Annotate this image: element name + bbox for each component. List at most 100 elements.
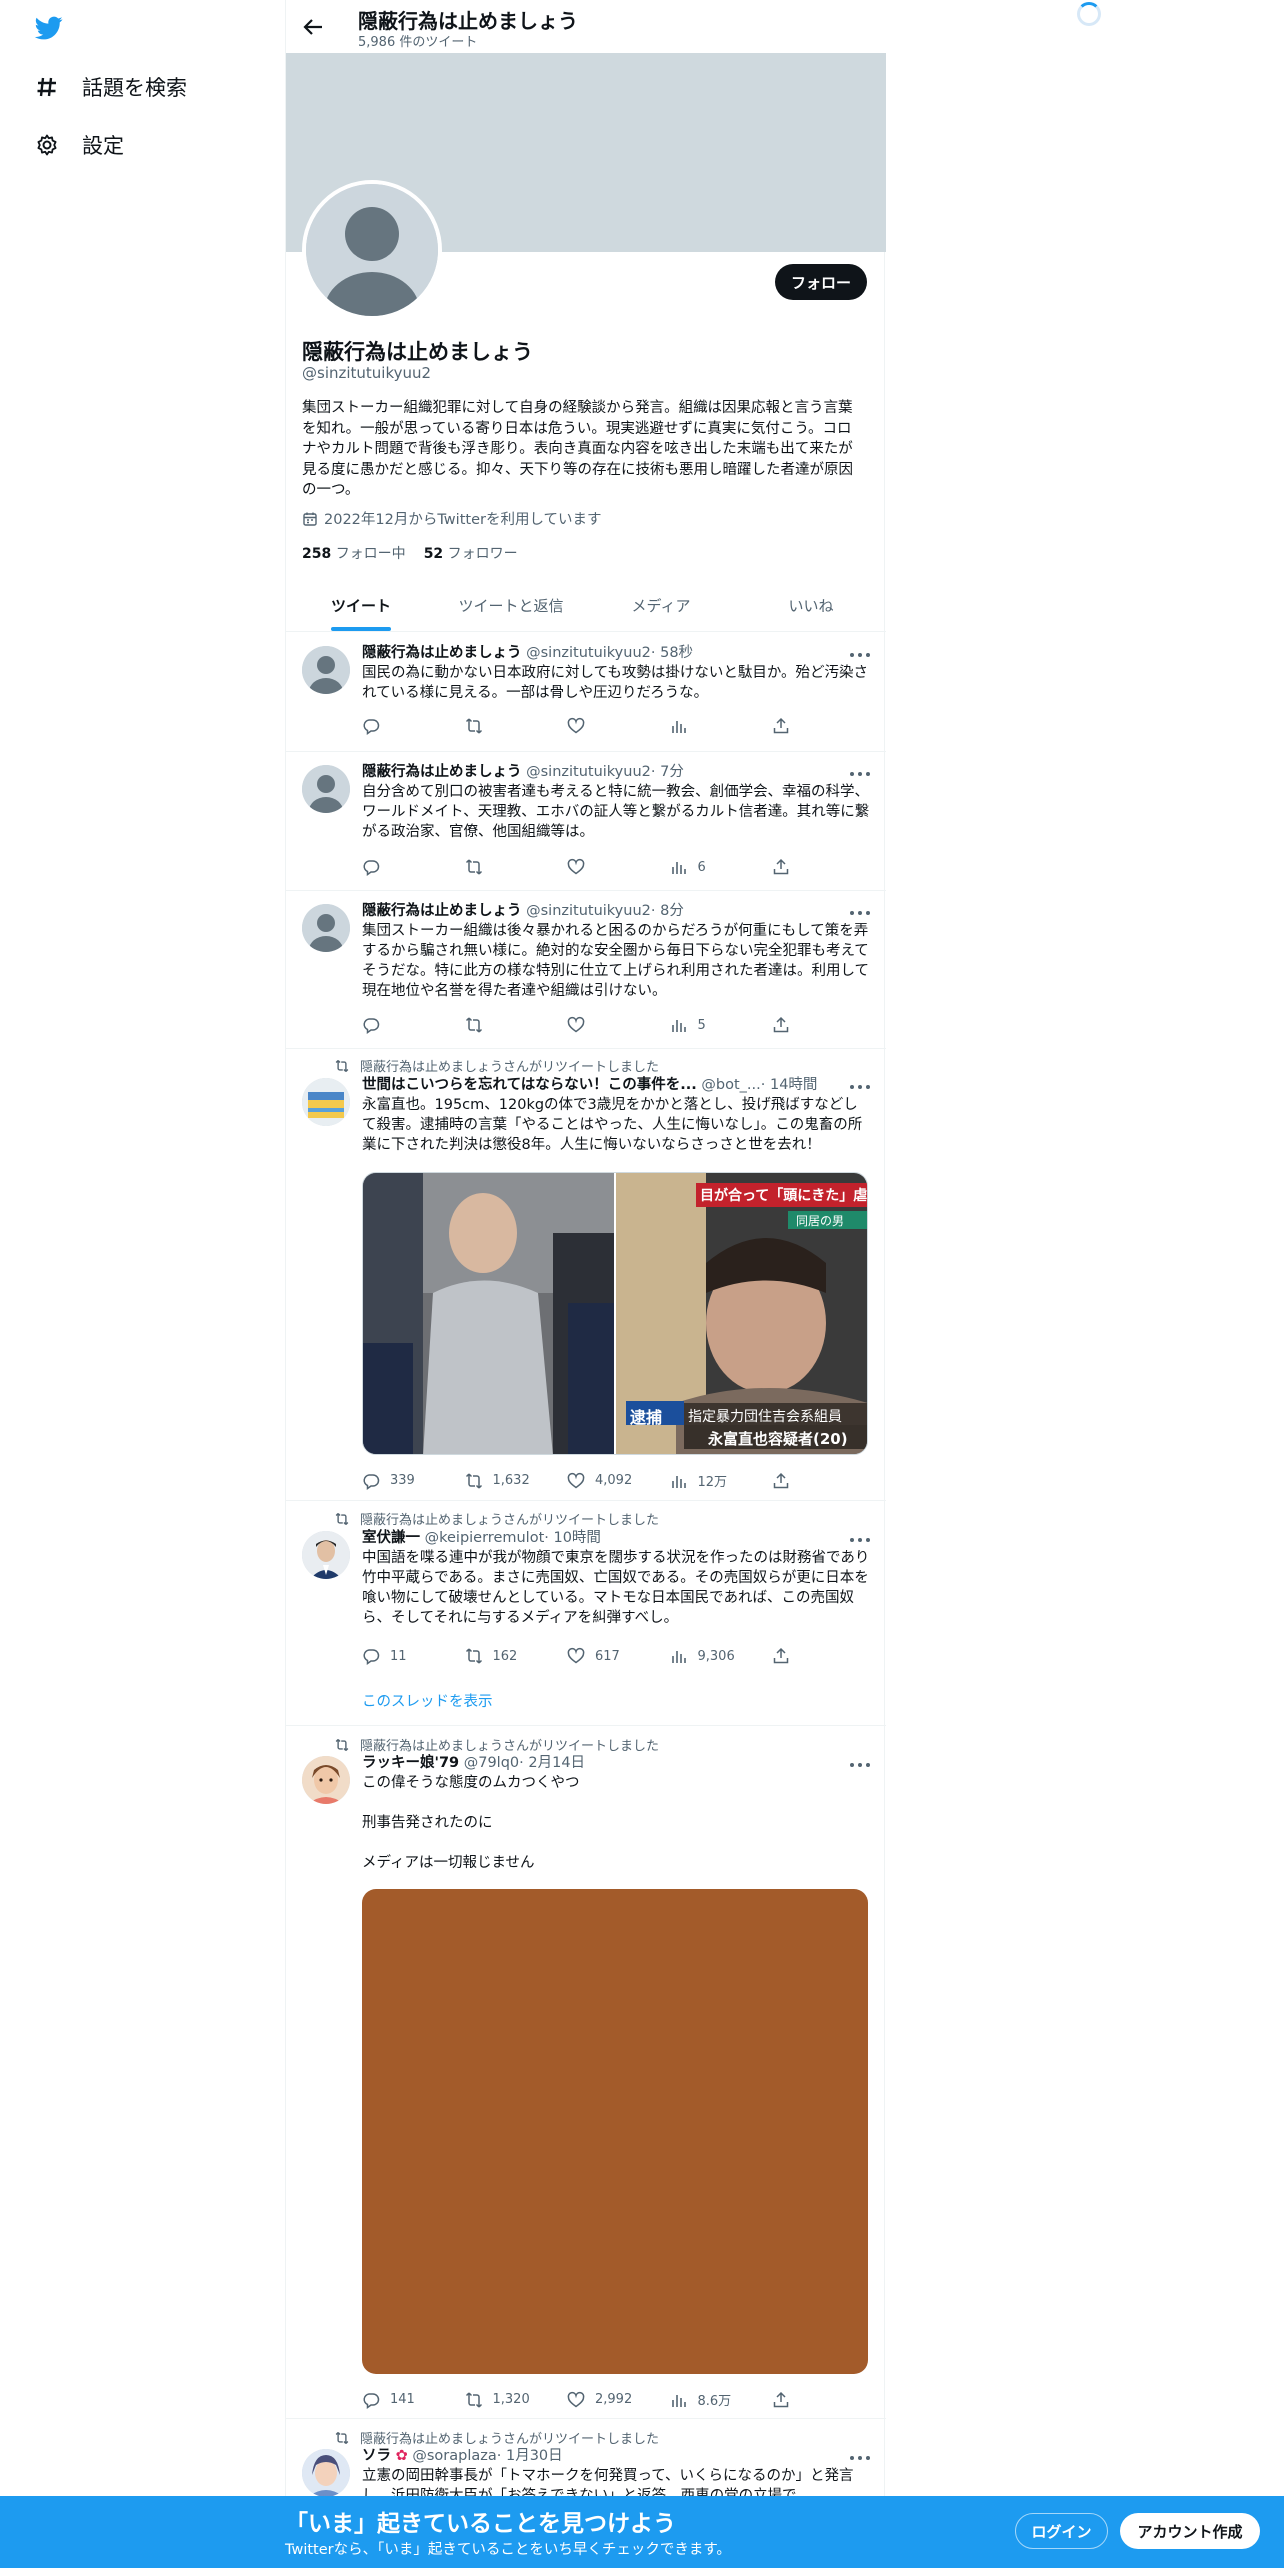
media-photo-1[interactable] (363, 1173, 614, 1454)
tweet-header: 隠蔽行為は止めましょう @sinzitutuikyuu2· 7分 (362, 764, 684, 780)
reply-button[interactable] (362, 1016, 452, 1034)
reply-button[interactable] (362, 858, 452, 876)
tab-likes[interactable]: いいね (736, 580, 886, 631)
share-icon (773, 1016, 789, 1033)
tweet-avatar[interactable] (302, 765, 350, 813)
tweet-avatar[interactable] (302, 1531, 350, 1579)
profile-avatar[interactable] (302, 180, 442, 320)
share-icon (773, 717, 789, 734)
tweet-item[interactable]: 隠蔽行為は止めましょうさんがリツイートしました ソラ ✿ @soraplaza·… (286, 2419, 886, 2496)
retweet-icon (465, 1648, 482, 1664)
views-button[interactable] (670, 717, 760, 735)
views-button[interactable]: 8.6万 (670, 2390, 760, 2409)
views-button[interactable]: 6 (670, 858, 760, 876)
tab-tweets[interactable]: ツイート (286, 580, 436, 631)
nav-settings-label: 設定 (82, 134, 124, 158)
nav-settings[interactable]: 設定 (34, 130, 124, 160)
reply-button[interactable]: 141 (362, 2390, 452, 2409)
media-photo-2[interactable]: 目が合って「頭にきた」虐待か 同居の男 逮捕 指定暴力団住吉会系組員 永富直也容… (616, 1173, 867, 1454)
like-button[interactable]: 617 (567, 1647, 657, 1665)
reply-icon (363, 719, 380, 735)
join-text: 2022年12月からTwitterを利用しています (324, 512, 602, 528)
tweet-text-line-2: 刑事告発されたのに (362, 1815, 493, 1831)
reply-button[interactable]: 11 (362, 1647, 452, 1665)
tweet-actions: 339 1,632 4,092 12万 (362, 1471, 792, 1490)
hashtag-icon (34, 74, 60, 100)
tweet-media-grid[interactable]: 目が合って「頭にきた」虐待か 同居の男 逮捕 指定暴力団住吉会系組員 永富直也容… (362, 1172, 868, 1455)
more-options-icon[interactable] (850, 772, 870, 778)
views-button[interactable]: 5 (670, 1016, 760, 1034)
share-button[interactable] (772, 2390, 792, 2409)
views-icon (671, 2394, 686, 2407)
profile-header-bar: 隠蔽行為は止めましょう 5,986 件のツイート (286, 0, 886, 53)
tweet-actions: 141 1,320 2,992 8.6万 (362, 2390, 792, 2409)
like-button[interactable] (567, 1016, 657, 1034)
follow-button[interactable]: フォロー (775, 264, 867, 300)
heart-icon (567, 2391, 585, 2407)
followers-link[interactable]: 52 フォロワー (424, 543, 518, 563)
retweet-button[interactable]: 1,632 (465, 1471, 555, 1490)
tweet-avatar[interactable] (302, 646, 350, 694)
tweet-item[interactable]: 隠蔽行為は止めましょう @sinzitutuikyuu2· 8分 集団ストーカー… (286, 891, 886, 1049)
views-button[interactable]: 9,306 (670, 1647, 760, 1665)
tweet-avatar[interactable] (302, 2449, 350, 2496)
more-options-icon[interactable] (850, 1538, 870, 1544)
more-options-icon[interactable] (850, 1763, 870, 1769)
more-options-icon[interactable] (850, 911, 870, 917)
tweet-text: 集団ストーカー組織は後々暴かれると困るのからだろうが何重にもして策を弄するから騙… (362, 923, 870, 999)
retweet-button[interactable] (465, 858, 555, 876)
media-caption-top: 目が合って「頭にきた」虐待か (700, 1188, 867, 1204)
reply-button[interactable] (362, 717, 452, 735)
tweet-item[interactable]: 隠蔽行為は止めましょうさんがリツイートしました ラッキー娘'79 @79lq0·… (286, 1726, 886, 2419)
share-button[interactable] (772, 1016, 792, 1034)
heart-icon (567, 1472, 585, 1488)
media-caption-name: 永富直也容疑者(20) (708, 1430, 848, 1448)
tweet-item[interactable]: 隠蔽行為は止めましょう @sinzitutuikyuu2· 58秒 国民の為に動… (286, 633, 886, 752)
tab-tweets-and-replies[interactable]: ツイートと返信 (436, 580, 586, 631)
heart-icon (567, 1647, 585, 1664)
tweet-item[interactable]: 隠蔽行為は止めましょう @sinzitutuikyuu2· 7分 自分含めて別口… (286, 752, 886, 891)
share-button[interactable] (772, 717, 792, 735)
share-button[interactable] (772, 1647, 792, 1665)
views-button[interactable]: 12万 (670, 1471, 760, 1490)
tweet-text: 永富直也。195cm、120kgの体で3歳児をかかと落とし、投げ飛ばすなどして殺… (362, 1097, 863, 1153)
more-options-icon[interactable] (850, 653, 870, 659)
tweet-avatar[interactable] (302, 1078, 350, 1126)
show-thread-link[interactable]: このスレッドを表示 (362, 1690, 493, 1711)
retweet-button[interactable] (465, 717, 555, 735)
following-link[interactable]: 258 フォロー中 (302, 543, 406, 563)
tab-media[interactable]: メディア (586, 580, 736, 631)
tweet-item[interactable]: 隠蔽行為は止めましょうさんがリツイートしました 世間はこいつらを忘れてはならない… (286, 1049, 886, 1501)
tweet-actions: 11 162 617 9,306 (362, 1647, 792, 1665)
like-button[interactable]: 2,992 (567, 2390, 657, 2409)
tweet-avatar[interactable] (302, 1756, 350, 1804)
tweet-text: 国民の為に動かない日本政府に対しても攻勢は掛けないと駄目か。殆ど汚染されている様… (362, 665, 869, 701)
like-button[interactable] (567, 717, 657, 735)
retweet-button[interactable]: 162 (465, 1647, 555, 1665)
signup-banner: 「いま」起きていることを見つけよう Twitterなら、「いま」起きていることを… (0, 2496, 1284, 2568)
create-account-button[interactable]: アカウント作成 (1120, 2513, 1260, 2549)
nav-explore[interactable]: 話題を検索 (34, 72, 187, 102)
retweet-button[interactable]: 1,320 (465, 2390, 555, 2409)
heart-icon (567, 717, 585, 734)
share-button[interactable] (772, 858, 792, 876)
tweet-avatar[interactable] (302, 904, 350, 952)
reply-icon (363, 860, 380, 876)
like-button[interactable]: 4,092 (567, 1471, 657, 1490)
profile-name: 隠蔽行為は止めましょう (302, 340, 533, 364)
more-options-icon[interactable] (850, 1085, 870, 1091)
retweet-icon (335, 2431, 349, 2444)
back-arrow-icon[interactable] (302, 16, 324, 38)
tweet-media-photo[interactable] (362, 1889, 868, 2374)
reply-button[interactable]: 339 (362, 1471, 452, 1490)
like-button[interactable] (567, 858, 657, 876)
share-button[interactable] (772, 1471, 792, 1490)
login-button[interactable]: ログイン (1015, 2513, 1108, 2549)
loading-spinner-icon (1077, 2, 1101, 26)
tweet-item[interactable]: 隠蔽行為は止めましょうさんがリツイートしました 室伏謙一 @keipierrem… (286, 1501, 886, 1726)
more-options-icon[interactable] (850, 2456, 870, 2462)
retweet-icon (335, 1059, 349, 1072)
twitter-logo-icon[interactable] (34, 14, 64, 42)
media-caption-tag: 同居の男 (796, 1214, 845, 1228)
retweet-button[interactable] (465, 1016, 555, 1034)
